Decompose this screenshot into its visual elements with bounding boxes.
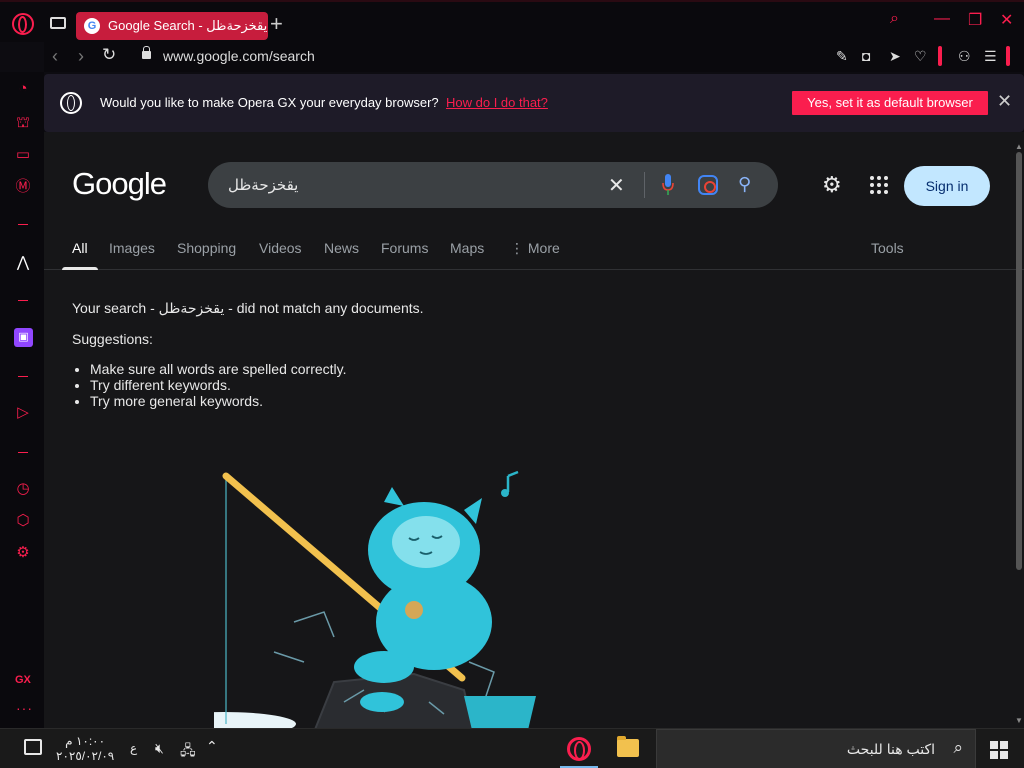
taskbar-search-placeholder: اكتب هنا للبحث xyxy=(846,741,935,757)
search-box[interactable]: يقخزحةظل ✕ ⚲ xyxy=(208,162,778,208)
taskbar-search-box[interactable]: اكتب هنا للبحث ⌕ xyxy=(656,729,976,768)
gx-label[interactable]: GX xyxy=(15,674,31,686)
list-item: Try different keywords. xyxy=(90,377,347,393)
twitch-icon[interactable]: ▣ xyxy=(14,328,33,347)
tab-forums[interactable]: Forums xyxy=(381,240,428,256)
forward-button[interactable]: › xyxy=(78,46,84,67)
sidebar-separator xyxy=(18,224,28,225)
tab-shopping[interactable]: Shopping xyxy=(177,240,236,256)
default-browser-banner: Would you like to make Opera GX your eve… xyxy=(44,74,1024,132)
accent-divider-right xyxy=(1006,46,1010,66)
tab-images[interactable]: Images xyxy=(109,240,155,256)
volume-muted-icon[interactable]: 🔇︎ xyxy=(155,740,164,757)
opera-menu-icon[interactable] xyxy=(12,13,34,35)
google-lens-icon[interactable] xyxy=(698,175,718,195)
tab-all[interactable]: All xyxy=(72,240,88,256)
gx-mods-icon[interactable]: Ⓜ xyxy=(14,178,32,196)
url-field[interactable]: www.google.com/search xyxy=(163,48,315,64)
tools-button[interactable]: Tools xyxy=(871,240,904,256)
windows-taskbar: ١٠:٠٠ م ٢٠٢٥/٠٢/٠٩ ع 🔇︎ 🖧 ⌃ اكتب هنا للب… xyxy=(0,728,1024,768)
google-apps-icon[interactable] xyxy=(870,176,888,194)
banner-close-icon[interactable]: ✕ xyxy=(997,91,1012,112)
tab-videos[interactable]: Videos xyxy=(259,240,302,256)
bookmark-heart-icon[interactable]: ♡ xyxy=(914,48,927,65)
network-icon[interactable]: 🖧 xyxy=(180,740,196,764)
address-bar: ‹ › ↻ www.google.com/search ✎ ◘ ➤ ♡ ⚇ ☰ xyxy=(44,42,1024,72)
new-tab-button[interactable]: + xyxy=(270,12,283,36)
gx-corner-icon[interactable]: ⛫ xyxy=(14,114,32,132)
active-tab-indicator xyxy=(62,267,98,270)
no-results-message: Your search - يقخزحةظل - did not match a… xyxy=(72,300,424,316)
sidebar-separator xyxy=(18,452,28,453)
clock-time: ١٠:٠٠ م xyxy=(65,734,106,748)
close-window-button[interactable]: ✕ xyxy=(1000,10,1013,30)
google-favicon-icon: G xyxy=(84,18,100,34)
fishing-monster-illustration xyxy=(214,470,536,728)
easy-setup-icon[interactable]: ✎ xyxy=(836,48,848,65)
player-icon[interactable]: ▷ xyxy=(14,404,32,422)
gx-tv-icon[interactable]: ▭ xyxy=(14,146,32,164)
snapshot-camera-icon[interactable]: ◘ xyxy=(862,48,870,64)
active-tab[interactable]: G Google Search - يقخزحةظل xyxy=(76,12,268,40)
microphone-icon[interactable] xyxy=(662,172,674,198)
tab-maps[interactable]: Maps xyxy=(450,240,484,256)
lock-icon[interactable] xyxy=(142,46,151,59)
page-scrollbar[interactable]: ▲ ▼ xyxy=(1015,142,1023,725)
taskbar-clock[interactable]: ١٠:٠٠ م ٢٠٢٥/٠٢/٠٩ xyxy=(56,734,114,764)
google-results-page: Google يقخزحةظل ✕ ⚲ ⚙ Sign in All Images… xyxy=(44,132,1024,728)
search-tabs: All Images Shopping Videos News Forums M… xyxy=(44,240,1024,270)
sidebar-separator xyxy=(18,300,28,301)
search-settings-icon[interactable]: ⚙ xyxy=(822,172,842,198)
banner-message: Would you like to make Opera GX your eve… xyxy=(100,95,439,110)
list-item: Try more general keywords. xyxy=(90,393,347,409)
set-default-button[interactable]: Yes, set it as default browser xyxy=(792,91,988,115)
scroll-thumb[interactable] xyxy=(1016,152,1022,570)
sign-in-button[interactable]: Sign in xyxy=(904,166,990,206)
extensions-cube-icon[interactable]: ⬡ xyxy=(14,512,32,530)
more-dots-icon[interactable]: ··· xyxy=(16,700,33,716)
clear-search-icon[interactable]: ✕ xyxy=(608,173,625,198)
gx-control-icon[interactable]: ◔ xyxy=(14,80,32,98)
settings-gear-icon[interactable]: ⚙ xyxy=(14,544,32,562)
minimize-button[interactable]: — xyxy=(934,10,950,28)
screen: G Google Search - يقخزحةظل + ⌕ — ❐ ✕ ‹ ›… xyxy=(0,0,1024,768)
sidebar-separator xyxy=(18,376,28,377)
settings-menu-icon[interactable]: ☰ xyxy=(984,48,997,65)
notifications-icon[interactable] xyxy=(24,739,42,755)
taskbar-opera-icon[interactable] xyxy=(567,737,591,761)
aria-ai-icon[interactable]: ⋀ xyxy=(14,254,32,272)
tray-chevron-up-icon[interactable]: ⌃ xyxy=(206,738,218,755)
taskbar-search-icon: ⌕ xyxy=(953,738,963,757)
browser-titlebar: G Google Search - يقخزحةظل + ⌕ — ❐ ✕ xyxy=(0,0,1024,42)
gx-sidebar: ◔ ⛫ ▭ Ⓜ ⋀ ▣ ▷ ◷ ⬡ ⚙ GX ··· xyxy=(0,72,44,728)
search-divider xyxy=(644,172,645,198)
back-button[interactable]: ‹ xyxy=(52,46,58,67)
scroll-up-arrow-icon[interactable]: ▲ xyxy=(1015,142,1023,151)
clock-date: ٢٠٢٥/٠٢/٠٩ xyxy=(56,749,115,763)
tab-switcher-icon[interactable] xyxy=(50,17,66,29)
search-tabs-icon[interactable]: ⌕ xyxy=(890,10,899,28)
send-icon[interactable]: ➤ xyxy=(889,48,901,65)
search-input[interactable]: يقخزحةظل xyxy=(228,176,298,194)
tab-news[interactable]: News xyxy=(324,240,359,256)
history-clock-icon[interactable]: ◷ xyxy=(14,480,32,498)
google-logo[interactable]: Google xyxy=(72,166,167,202)
accent-divider xyxy=(938,46,942,66)
input-language[interactable]: ع xyxy=(130,741,137,755)
list-item: Make sure all words are spelled correctl… xyxy=(90,361,347,377)
file-explorer-icon[interactable] xyxy=(617,736,639,757)
search-magnifier-icon[interactable]: ⚲ xyxy=(738,174,751,195)
banner-help-link[interactable]: How do I do that? xyxy=(446,95,548,110)
scroll-down-arrow-icon[interactable]: ▼ xyxy=(1015,716,1023,725)
tab-more[interactable]: ⋮ More xyxy=(510,240,560,257)
profile-icon[interactable]: ⚇ xyxy=(958,48,971,65)
windows-start-icon[interactable] xyxy=(990,741,1008,759)
reload-button[interactable]: ↻ xyxy=(102,45,116,65)
opera-logo-icon xyxy=(60,92,82,114)
tab-title: Google Search - يقخزحةظل xyxy=(108,18,268,33)
suggestions-list: Make sure all words are spelled correctl… xyxy=(90,361,347,409)
suggestions-title: Suggestions: xyxy=(72,331,153,347)
maximize-button[interactable]: ❐ xyxy=(968,10,982,30)
